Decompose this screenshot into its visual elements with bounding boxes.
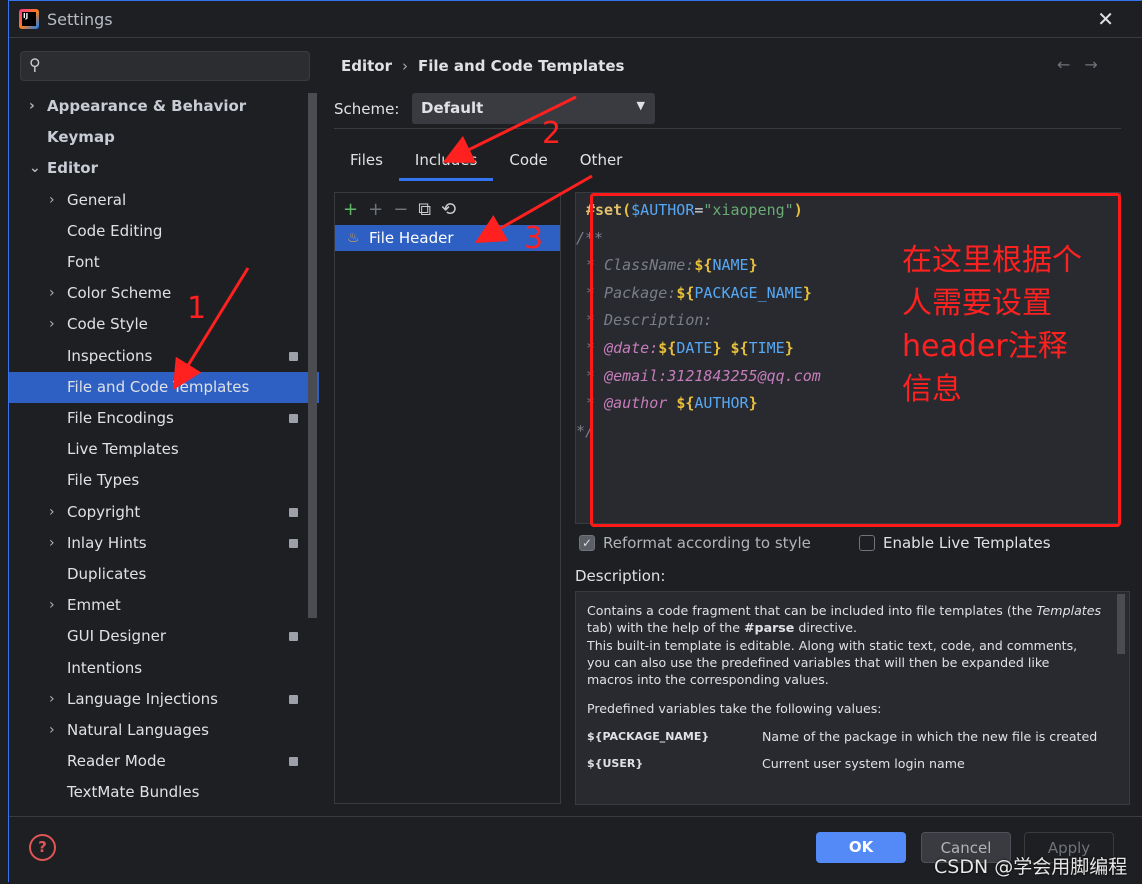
- watermark: CSDN @学会用脚编程: [934, 856, 1128, 878]
- arrow-2: [442, 95, 577, 163]
- arrow-1: [172, 267, 250, 391]
- annotation-arrows: [172, 95, 593, 391]
- arrow-3: [474, 174, 593, 243]
